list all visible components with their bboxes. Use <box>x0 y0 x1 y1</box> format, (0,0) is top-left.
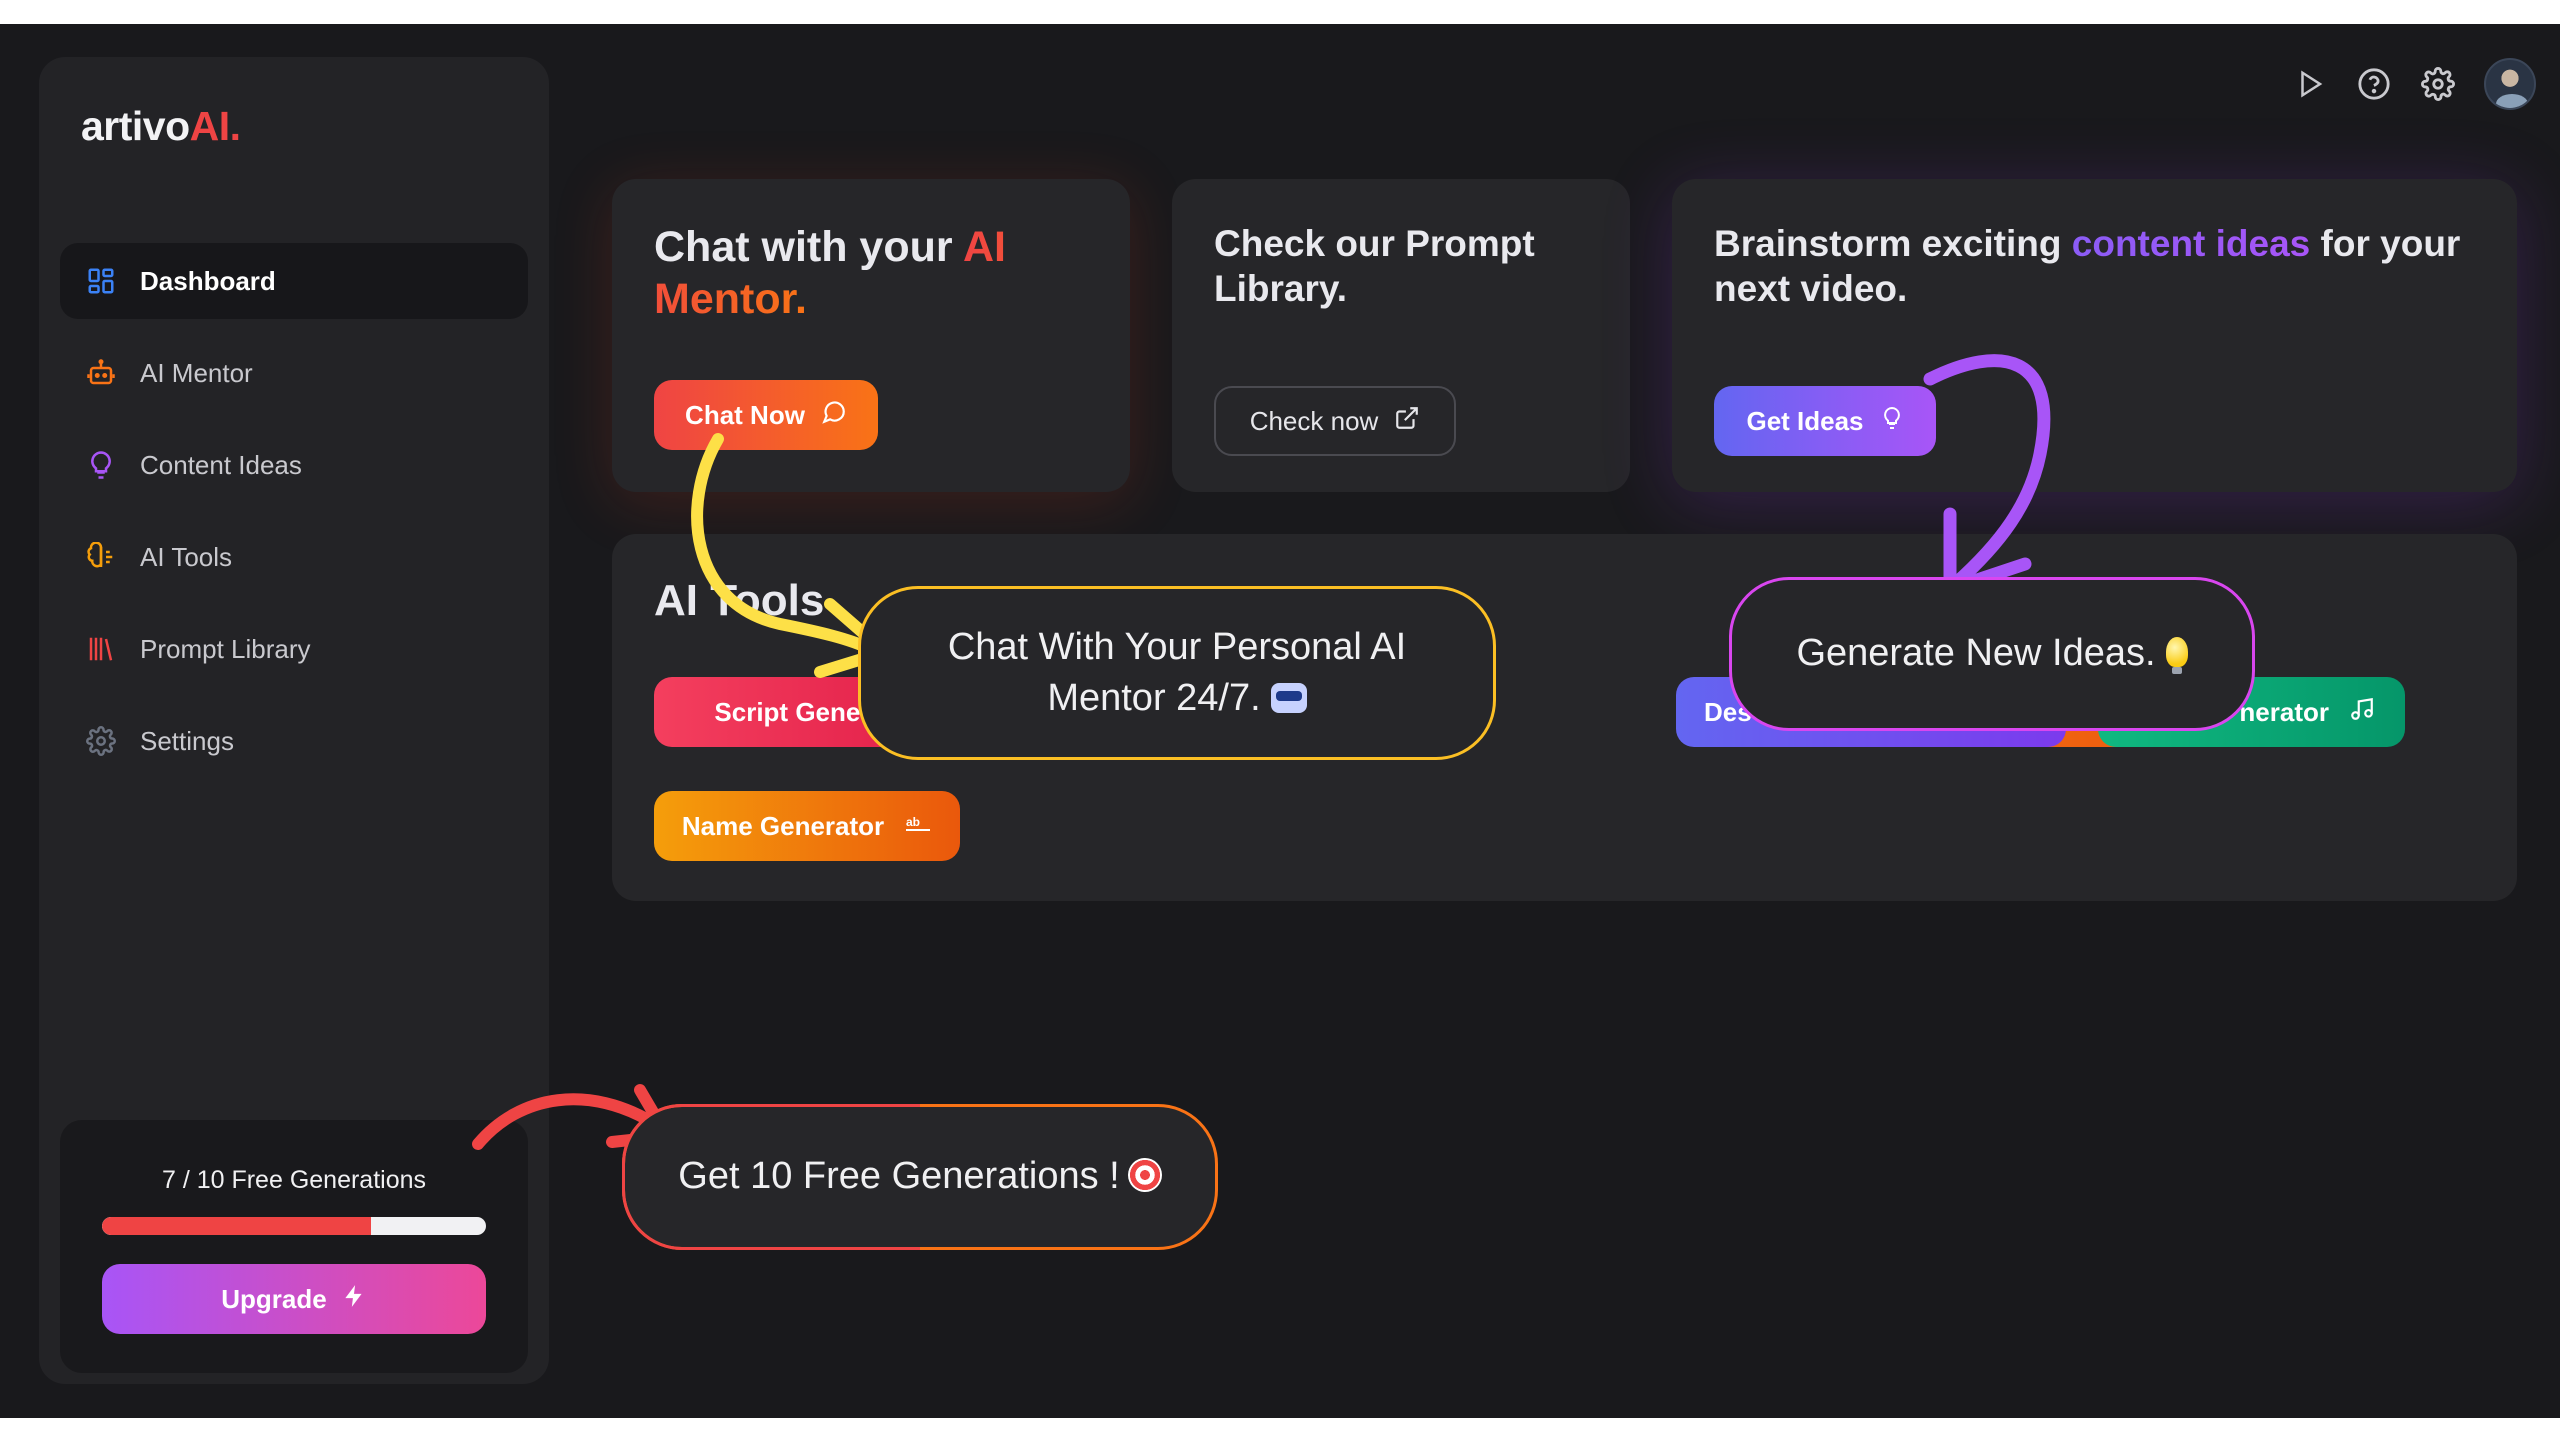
name-generator-button[interactable]: Name Generator ab <box>654 791 960 861</box>
sidebar-item-label: AI Tools <box>140 541 233 572</box>
sidebar-nav: Dashboard AI Mentor Content Ideas AI Too… <box>60 243 528 795</box>
dashboard-grid-icon <box>84 264 118 298</box>
prompt-library-card: Check our Prompt Library. Check now <box>1172 179 1630 492</box>
upgrade-button[interactable]: Upgrade <box>102 1264 486 1334</box>
name-tag-icon: ab <box>904 811 932 842</box>
brand-name: artivo <box>81 103 190 149</box>
lightbulb-icon <box>84 448 118 482</box>
sidebar-item-label: Content Ideas <box>140 449 302 480</box>
sidebar: artivoAI. Dashboard AI Mentor Content Id… <box>39 57 549 1384</box>
free-callout-text: Get 10 Free Generations ! <box>678 1155 1120 1198</box>
free-generations-card: 7 / 10 Free Generations Upgrade <box>60 1120 528 1373</box>
sidebar-item-ai-mentor[interactable]: AI Mentor <box>60 335 528 411</box>
sidebar-item-label: Prompt Library <box>140 633 311 664</box>
sidebar-item-dashboard[interactable]: Dashboard <box>60 243 528 319</box>
music-note-icon <box>2349 696 2375 729</box>
content-ideas-card: Brainstorm exciting content ideas for yo… <box>1672 179 2517 492</box>
sidebar-item-prompt-library[interactable]: Prompt Library <box>60 611 528 687</box>
play-icon[interactable] <box>2292 66 2328 102</box>
target-emoji-icon <box>1127 1158 1162 1193</box>
chat-callout: Chat With Your Personal AI Mentor 24/7. <box>858 586 1496 760</box>
svg-text:ab: ab <box>906 815 920 829</box>
ideas-card-title-prefix: Brainstorm exciting <box>1714 223 2072 264</box>
settings-icon[interactable] <box>2420 66 2456 102</box>
ideas-card-title: Brainstorm exciting content ideas for yo… <box>1714 221 2494 311</box>
brand-logo[interactable]: artivoAI. <box>81 103 241 150</box>
app-window: artivoAI. Dashboard AI Mentor Content Id… <box>0 24 2560 1418</box>
generations-progress-fill <box>102 1217 371 1235</box>
upgrade-button-label: Upgrade <box>221 1283 327 1314</box>
gear-icon <box>84 724 118 758</box>
check-now-label: Check now <box>1249 405 1379 436</box>
free-generations-callout: Get 10 Free Generations ! <box>622 1104 1218 1250</box>
prompt-card-title: Check our Prompt Library. <box>1214 223 1535 310</box>
chat-now-label: Chat Now <box>685 399 805 430</box>
sidebar-item-settings[interactable]: Settings <box>60 703 528 779</box>
brain-icon <box>84 540 118 574</box>
name-generator-label: Name Generator <box>681 810 885 841</box>
sidebar-item-ai-tools[interactable]: AI Tools <box>60 519 528 595</box>
topbar-actions <box>2292 58 2536 110</box>
ideas-card-title-accent: content ideas <box>2071 223 2311 264</box>
get-ideas-label: Get Ideas <box>1746 405 1864 436</box>
get-ideas-button[interactable]: Get Ideas <box>1714 386 1936 456</box>
robot-icon <box>84 356 118 390</box>
ideas-callout: Generate New Ideas. <box>1729 577 2255 731</box>
sidebar-item-label: Dashboard <box>140 265 276 296</box>
lightbulb-icon <box>1880 405 1904 438</box>
chat-mentor-card: Chat with your AI Mentor. Chat Now <box>612 179 1130 492</box>
lightning-icon <box>341 1282 367 1317</box>
brand-accent: AI. <box>189 103 241 149</box>
avatar[interactable] <box>2484 58 2536 110</box>
sidebar-item-label: Settings <box>140 725 234 756</box>
chat-bubble-icon <box>821 399 847 432</box>
generations-count: 7 / 10 Free Generations <box>161 1166 427 1194</box>
sidebar-item-content-ideas[interactable]: Content Ideas <box>60 427 528 503</box>
chat-now-button[interactable]: Chat Now <box>654 380 878 450</box>
external-link-icon <box>1394 405 1420 438</box>
library-icon <box>84 632 118 666</box>
ai-tools-title: AI Tools <box>654 576 825 625</box>
generations-progress-bar <box>102 1217 486 1235</box>
sidebar-item-label: AI Mentor <box>140 357 253 388</box>
help-icon[interactable] <box>2356 66 2392 102</box>
check-now-button[interactable]: Check now <box>1214 386 1456 456</box>
robot-emoji-icon <box>1270 683 1307 713</box>
chat-card-title-prefix: Chat with your <box>654 223 963 271</box>
chat-callout-text: Chat With Your Personal AI Mentor 24/7. <box>947 625 1407 719</box>
ideas-callout-text: Generate New Ideas. <box>1796 632 2156 675</box>
music-generator-label: nerator <box>2239 696 2329 727</box>
lightbulb-emoji-icon <box>2165 637 2188 675</box>
chat-card-title: Chat with your AI Mentor. <box>654 221 1084 326</box>
